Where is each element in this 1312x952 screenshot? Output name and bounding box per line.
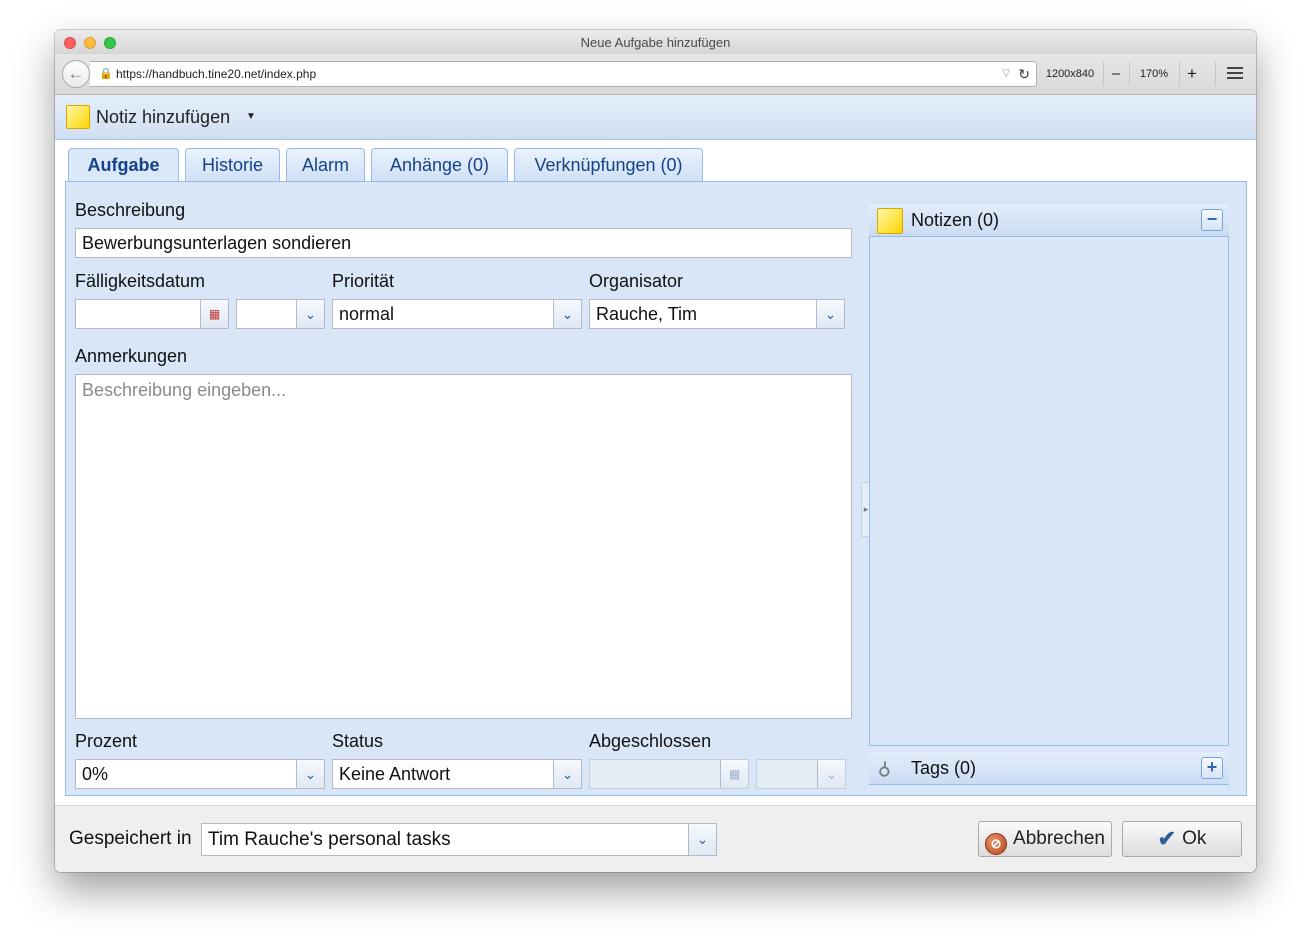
ok-label: Ok	[1182, 828, 1207, 849]
add-note-button[interactable]: Notiz hinzufügen	[96, 105, 230, 129]
url-text: https://handbuch.tine20.net/index.php	[116, 67, 317, 81]
toolbar-divider	[1215, 62, 1216, 86]
notes-textarea[interactable]: Beschreibung eingeben...	[75, 374, 852, 719]
completed-label: Abgeschlossen	[589, 731, 712, 751]
tags-panel-header: ☌ Tags (0) +	[869, 752, 1229, 785]
organizer-select[interactable]: Rauche, Tim ⌄	[589, 299, 845, 329]
priority-value: normal	[339, 304, 395, 324]
cancel-button[interactable]: ⊘ Abbrechen	[978, 821, 1112, 857]
zoom-out-button[interactable]: –	[1107, 64, 1125, 84]
tab-alarm[interactable]: Alarm	[286, 148, 365, 181]
chevron-down-icon[interactable]: ⌄	[816, 300, 844, 328]
back-arrow-icon[interactable]: ←	[62, 60, 90, 88]
cancel-icon: ⊘	[985, 833, 1008, 855]
calendar-icon[interactable]: ▦	[200, 300, 228, 328]
status-value: Keine Antwort	[339, 764, 451, 784]
chevron-down-icon[interactable]: ⌄	[296, 300, 324, 328]
completed-date-field: ▦	[589, 759, 749, 789]
toolbar-divider	[1103, 62, 1104, 86]
priority-select[interactable]: normal ⌄	[332, 299, 582, 329]
chevron-down-icon[interactable]: ⌄	[688, 824, 716, 855]
status-select[interactable]: Keine Antwort ⌄	[332, 759, 582, 789]
chevron-down-icon[interactable]: ⌄	[296, 760, 324, 788]
url-dropdown-icon[interactable]: ▽	[1002, 62, 1010, 86]
due-time-select[interactable]: ⌄	[236, 299, 325, 329]
chevron-down-icon[interactable]: ⌄	[553, 300, 581, 328]
organizer-label: Organisator	[589, 271, 684, 291]
saved-in-label: Gespeichert in	[69, 828, 192, 849]
percent-select[interactable]: 0% ⌄	[75, 759, 325, 789]
chevron-down-icon[interactable]: ▼	[246, 107, 256, 127]
container-select[interactable]: Tim Rauche's personal tasks ⌄	[201, 823, 717, 856]
description-input[interactable]: Bewerbungsunterlagen sondieren	[75, 228, 852, 258]
priority-label: Priorität	[332, 271, 395, 291]
app-toolbar: Notiz hinzufügen ▼	[55, 95, 1256, 140]
browser-toolbar: ← 🔒 https://handbuch.tine20.net/index.ph…	[55, 54, 1256, 95]
description-label: Beschreibung	[75, 200, 186, 220]
zoom-in-button[interactable]: +	[1183, 64, 1201, 84]
calendar-icon: ▦	[720, 760, 748, 788]
due-date-field[interactable]: ▦	[75, 299, 229, 329]
window-title: Neue Aufgabe hinzufügen	[580, 35, 731, 50]
tag-icon: ☌	[873, 757, 896, 784]
browser-window: Neue Aufgabe hinzufügen ← 🔒 https://hand…	[55, 30, 1256, 872]
checkmark-icon: ✔	[1157, 826, 1177, 851]
notes-panel-body	[869, 236, 1229, 746]
organizer-value: Rauche, Tim	[596, 304, 698, 324]
dialog-footer: Gespeichert in Tim Rauche's personal tas…	[55, 805, 1256, 872]
tab-verknuepfungen[interactable]: Verknüpfungen (0)	[514, 148, 703, 181]
container-value: Tim Rauche's personal tasks	[208, 829, 451, 850]
ok-button[interactable]: ✔ Ok	[1122, 821, 1242, 857]
tab-anhaenge[interactable]: Anhänge (0)	[371, 148, 508, 181]
percent-label: Prozent	[75, 731, 138, 751]
notes-panel-header: Notizen (0) −	[869, 204, 1229, 237]
reload-icon[interactable]: ↻	[1018, 62, 1030, 86]
url-field[interactable]: 🔒 https://handbuch.tine20.net/index.php …	[90, 61, 1037, 87]
lock-icon: 🔒	[99, 68, 113, 80]
toolbar-divider	[1129, 62, 1130, 86]
status-label: Status	[332, 731, 384, 751]
window-titlebar: Neue Aufgabe hinzufügen	[55, 30, 1256, 54]
tab-historie[interactable]: Historie	[185, 148, 280, 181]
note-icon	[877, 208, 903, 234]
resolution-label[interactable]: 1200x840	[1042, 64, 1098, 84]
notes-label: Anmerkungen	[75, 346, 188, 366]
chevron-down-icon[interactable]: ⌄	[553, 760, 581, 788]
notes-panel-title: Notizen (0)	[911, 210, 1000, 230]
tab-aufgabe[interactable]: Aufgabe	[68, 148, 179, 182]
zoom-level[interactable]: 170%	[1133, 64, 1175, 84]
collapse-icon[interactable]: −	[1201, 209, 1223, 231]
tags-panel-title: Tags (0)	[911, 758, 977, 778]
minimize-window-button[interactable]	[84, 37, 96, 49]
completed-time-select: ⌄	[756, 759, 846, 789]
chevron-down-icon: ⌄	[817, 760, 845, 788]
note-icon	[66, 105, 90, 129]
toolbar-divider	[1179, 62, 1180, 86]
percent-value: 0%	[82, 764, 109, 784]
due-date-label: Fälligkeitsdatum	[75, 271, 206, 291]
task-form-panel: Beschreibung Bewerbungsunterlagen sondie…	[65, 181, 1247, 796]
add-icon[interactable]: +	[1201, 757, 1223, 779]
menu-icon[interactable]	[1227, 67, 1243, 82]
close-window-button[interactable]	[64, 37, 76, 49]
cancel-label: Abbrechen	[1013, 828, 1105, 849]
zoom-window-button[interactable]	[104, 37, 116, 49]
